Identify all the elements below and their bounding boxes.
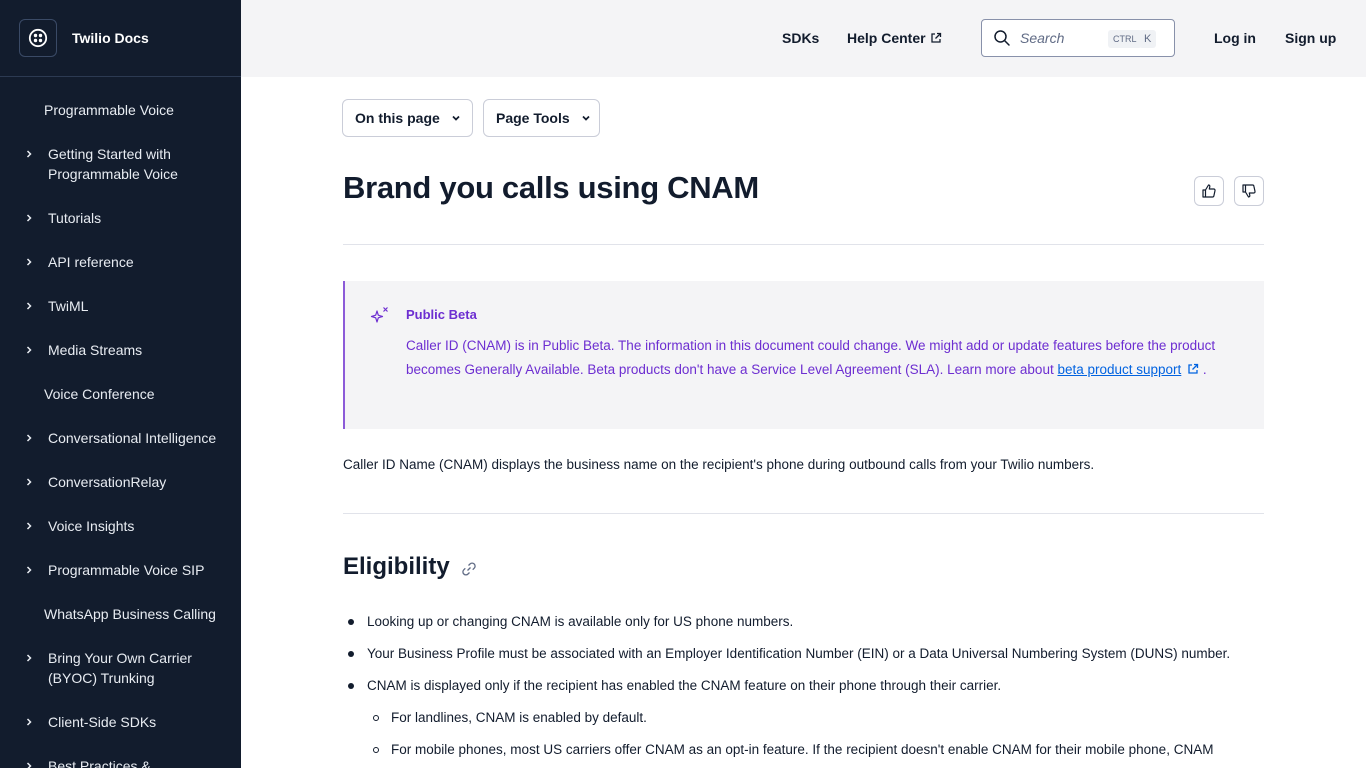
beta-product-support-link[interactable]: beta product support — [1057, 362, 1181, 377]
sidebar-item-label: Programmable Voice SIP — [48, 562, 205, 578]
thumbs-down-icon — [1242, 184, 1256, 198]
chevron-down-icon — [582, 115, 590, 121]
intro-paragraph: Caller ID Name (CNAM) displays the busin… — [343, 457, 1095, 472]
sdks-link[interactable]: SDKs — [782, 29, 819, 47]
sidebar-item-label: Getting Started with Programmable Voice — [48, 146, 178, 182]
page-title: Brand you calls using CNAM — [343, 170, 759, 205]
eligibility-heading-text: Eligibility — [343, 553, 450, 580]
beta-link-label: beta product support — [1057, 362, 1182, 377]
public-beta-callout: Public Beta Caller ID (CNAM) is in Publi… — [343, 281, 1264, 429]
kbd-ctrl: CTRL — [1108, 30, 1142, 48]
sidebar-item-label: WhatsApp Business Calling — [44, 606, 216, 622]
chevron-right-icon — [26, 434, 32, 442]
external-link-icon — [930, 32, 941, 43]
search-input[interactable]: Search CTRL K — [981, 19, 1175, 57]
help-center-label: Help Center — [847, 30, 926, 46]
anchor-link-icon[interactable] — [460, 560, 478, 578]
sub-list-item: For mobile phones, most US carriers offe… — [391, 742, 1214, 757]
thumbs-up-button[interactable] — [1194, 176, 1224, 206]
sidebar-item-label: Client-Side SDKs — [48, 714, 157, 730]
chevron-right-icon — [26, 566, 32, 574]
chevron-right-icon — [26, 214, 32, 222]
sub-list-item: For landlines, CNAM is enabled by defaul… — [391, 710, 647, 725]
chevron-down-icon — [452, 115, 460, 121]
chevron-right-icon — [26, 302, 32, 310]
search-placeholder: Search — [1020, 30, 1065, 46]
chevron-right-icon — [26, 654, 32, 662]
page-tools-button[interactable]: Page Tools — [483, 99, 600, 137]
chevron-right-icon — [26, 718, 32, 726]
sidebar-item-label: Bring Your Own Carrier (BYOC) Trunking — [48, 650, 192, 686]
list-item: Looking up or changing CNAM is available… — [367, 614, 794, 629]
list-item: CNAM is displayed only if the recipient … — [367, 678, 1002, 693]
chevron-right-icon — [26, 150, 32, 158]
sub-bullet-marker — [373, 747, 379, 753]
top-header: SDKs Help Center Search CTRL K Log in Si… — [241, 0, 1366, 77]
sidebar-item-label: API reference — [48, 254, 134, 270]
signup-link[interactable]: Sign up — [1285, 29, 1336, 47]
help-center-link[interactable]: Help Center — [847, 29, 942, 47]
sidebar-item-label: Best Practices & — [48, 758, 151, 768]
section-divider — [343, 513, 1264, 514]
sidebar-item-label: Voice Insights — [48, 518, 135, 534]
bullet-marker — [348, 683, 354, 689]
sub-bullet-marker — [373, 715, 379, 721]
thumbs-up-icon — [1202, 184, 1216, 198]
bullet-marker — [348, 619, 354, 625]
sidebar-item-label: Voice Conference — [44, 386, 155, 402]
external-link-icon — [1188, 363, 1199, 374]
sidebar-item-label: Media Streams — [48, 342, 143, 358]
title-divider — [343, 244, 1264, 245]
login-link[interactable]: Log in — [1214, 29, 1256, 47]
chevron-right-icon — [26, 522, 32, 530]
eligibility-heading: Eligibility — [343, 553, 478, 581]
chevron-right-icon — [26, 258, 32, 266]
sidebar-item-label: Programmable Voice — [44, 102, 174, 118]
sidebar-item-label: TwiML — [48, 298, 89, 314]
on-this-page-label: On this page — [355, 110, 440, 126]
chevron-right-icon — [26, 762, 32, 768]
search-icon — [994, 30, 1010, 46]
sparkle-icon — [370, 307, 388, 323]
bullet-marker — [348, 651, 354, 657]
sidebar: Twilio Docs Programmable Voice Getting S… — [0, 0, 241, 768]
sidebar-item-label: Tutorials — [48, 210, 102, 226]
list-item: Your Business Profile must be associated… — [367, 646, 1231, 661]
callout-title: Public Beta — [406, 307, 477, 322]
page-tools-label: Page Tools — [496, 110, 570, 126]
sidebar-item-label: Conversational Intelligence — [48, 430, 217, 446]
chevron-right-icon — [26, 346, 32, 354]
sidebar-item-label: ConversationRelay — [48, 474, 167, 490]
thumbs-down-button[interactable] — [1234, 176, 1264, 206]
chevron-right-icon — [26, 478, 32, 486]
callout-body: Caller ID (CNAM) is in Public Beta. The … — [406, 334, 1216, 382]
on-this-page-button[interactable]: On this page — [342, 99, 473, 137]
sidebar-brand[interactable]: Twilio Docs — [0, 0, 241, 77]
kbd-k: K — [1139, 30, 1157, 48]
brand-name: Twilio Docs — [72, 30, 149, 46]
callout-end: . — [1202, 362, 1207, 377]
twilio-logo-icon — [19, 19, 57, 57]
